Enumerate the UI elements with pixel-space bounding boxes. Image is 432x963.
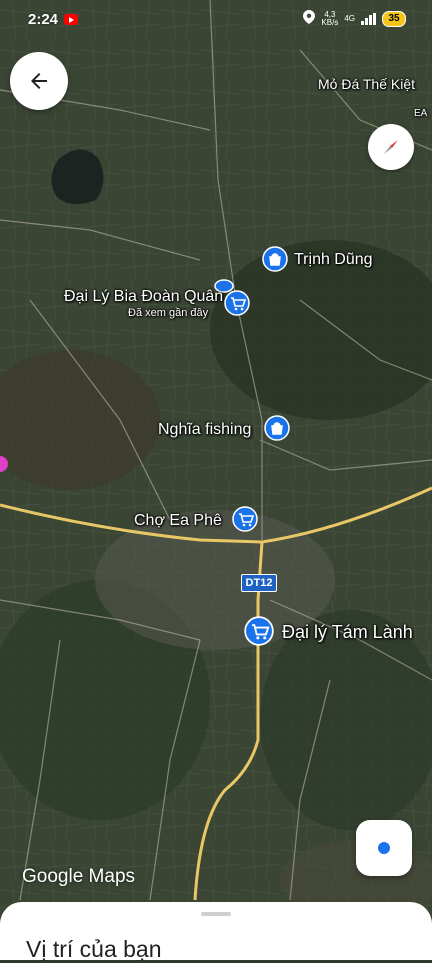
sheet-title: Vị trí của bạn — [26, 936, 162, 962]
back-button[interactable] — [10, 52, 68, 110]
place-subtitle: Đã xem gần đây — [128, 307, 209, 319]
compass-button[interactable] — [368, 124, 414, 170]
compass-icon — [384, 140, 398, 154]
place-label[interactable]: Đại Lý Bia Đoàn Quân — [64, 288, 223, 306]
net-speed: 4,3 KB/s — [321, 9, 339, 27]
status-bar: 2:24 4,3 KB/s 4G 35 — [0, 8, 432, 36]
place-label[interactable]: Trịnh Dũng — [294, 251, 373, 269]
sheet-drag-handle[interactable] — [201, 912, 231, 916]
place-label[interactable]: Chợ Ea Phê — [134, 512, 222, 530]
bottom-sheet[interactable]: Vị trí của bạn — [0, 902, 432, 962]
location-icon — [303, 10, 316, 27]
signal-icon — [361, 12, 376, 25]
road-shield: DT12 — [241, 574, 277, 592]
place-label[interactable]: Đại lý Tám Lành — [282, 622, 413, 643]
my-location-button[interactable] — [356, 820, 412, 876]
place-label[interactable]: Mỏ Đá Thế Kiệt — [318, 76, 415, 92]
shopping-cart-pin-icon[interactable] — [232, 506, 258, 532]
status-right: 4,3 KB/s 4G 35 — [303, 10, 406, 27]
shopping-bag-pin-icon[interactable] — [264, 415, 290, 441]
arrow-left-icon — [31, 73, 47, 89]
shopping-cart-pin-icon[interactable] — [224, 290, 250, 316]
google-maps-logo: Google Maps — [22, 866, 136, 887]
network-type: 4G — [344, 14, 355, 23]
shopping-bag-pin-icon[interactable] — [262, 246, 288, 272]
shopping-cart-pin-icon[interactable] — [244, 616, 274, 646]
battery-icon: 35 — [382, 10, 406, 27]
edge-label: EA — [414, 108, 428, 119]
youtube-notification-icon — [64, 14, 78, 25]
my-location-icon — [378, 842, 390, 854]
place-label[interactable]: Nghĩa fishing — [158, 421, 251, 439]
status-time: 2:24 — [28, 11, 59, 28]
